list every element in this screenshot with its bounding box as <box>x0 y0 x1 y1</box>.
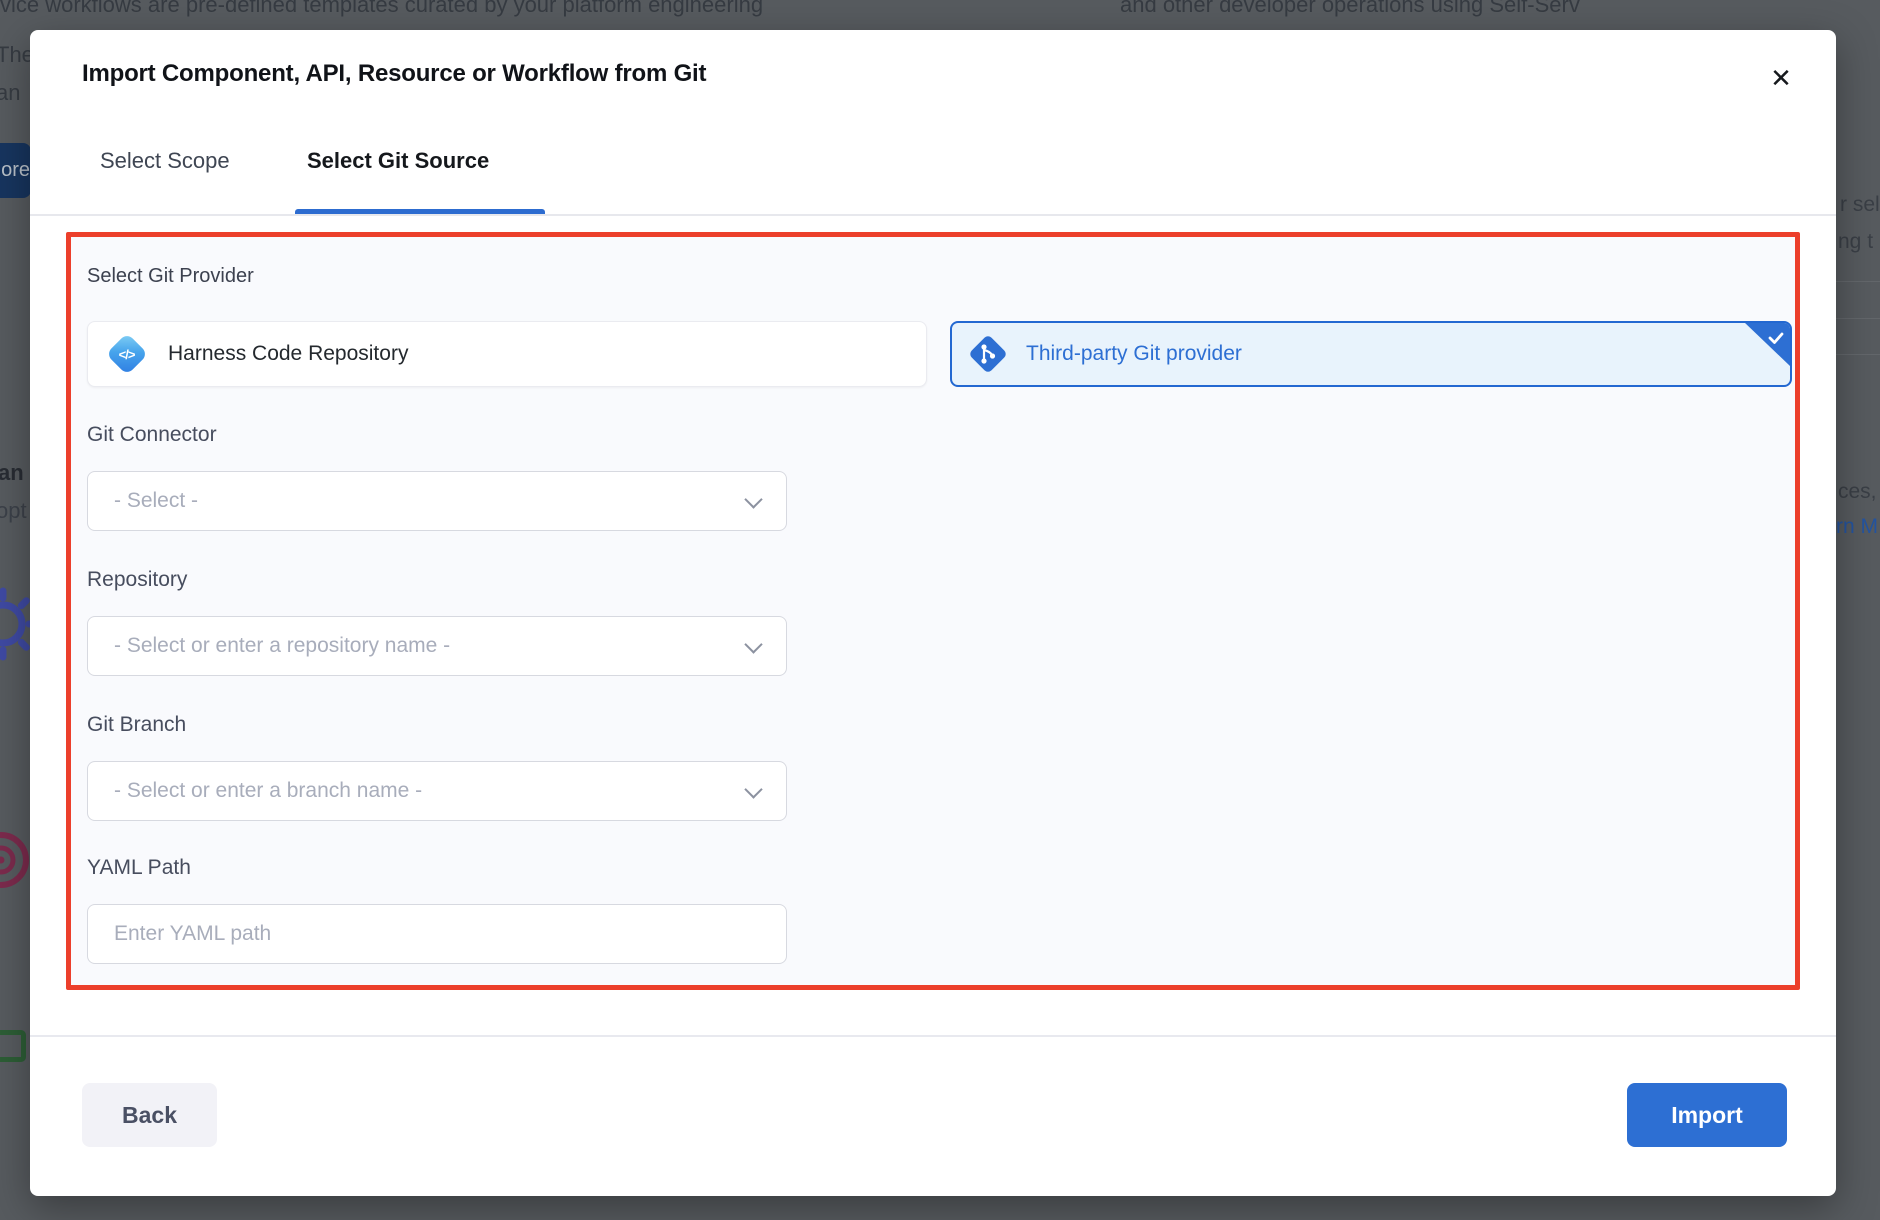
yaml-path-label: YAML Path <box>87 856 191 880</box>
provider-card-third-party-git[interactable]: Third-party Git provider <box>950 321 1792 387</box>
git-branch-label: Git Branch <box>87 713 186 737</box>
provider-card-label: Harness Code Repository <box>168 342 408 366</box>
provider-card-harness-code-repository[interactable]: </> Harness Code Repository <box>87 321 927 387</box>
import-from-git-dialog: Import Component, API, Resource or Workf… <box>30 30 1836 1196</box>
tab-select-git-source[interactable]: Select Git Source <box>307 148 489 174</box>
provider-card-label: Third-party Git provider <box>1026 342 1242 366</box>
git-connector-placeholder: - Select - <box>114 489 198 513</box>
git-branch-placeholder: - Select or enter a branch name - <box>114 779 422 803</box>
back-button[interactable]: Back <box>82 1083 217 1147</box>
footer-divider <box>30 1035 1836 1037</box>
import-button[interactable]: Import <box>1627 1083 1787 1147</box>
repository-placeholder: - Select or enter a repository name - <box>114 634 450 658</box>
repository-select[interactable]: - Select or enter a repository name - <box>87 616 787 676</box>
git-connector-select[interactable]: - Select - <box>87 471 787 531</box>
selected-check-icon <box>1744 322 1791 367</box>
repository-label: Repository <box>87 568 187 592</box>
chevron-down-icon <box>744 490 762 508</box>
yaml-path-input[interactable] <box>114 905 786 963</box>
code-diamond-icon: </> <box>106 333 148 375</box>
tab-select-scope[interactable]: Select Scope <box>100 148 230 174</box>
select-git-provider-label: Select Git Provider <box>87 265 254 288</box>
dialog-title: Import Component, API, Resource or Workf… <box>82 60 706 88</box>
git-branch-select[interactable]: - Select or enter a branch name - <box>87 761 787 821</box>
highlighted-form-region: Select Git Provider </> Harness Code Rep… <box>66 232 1800 990</box>
git-connector-label: Git Connector <box>87 423 217 447</box>
tabs-divider <box>30 214 1836 216</box>
git-diamond-icon <box>968 334 1008 374</box>
yaml-path-field-wrapper <box>87 904 787 964</box>
chevron-down-icon <box>744 635 762 653</box>
close-icon[interactable]: ✕ <box>1763 60 1799 96</box>
chevron-down-icon <box>744 780 762 798</box>
